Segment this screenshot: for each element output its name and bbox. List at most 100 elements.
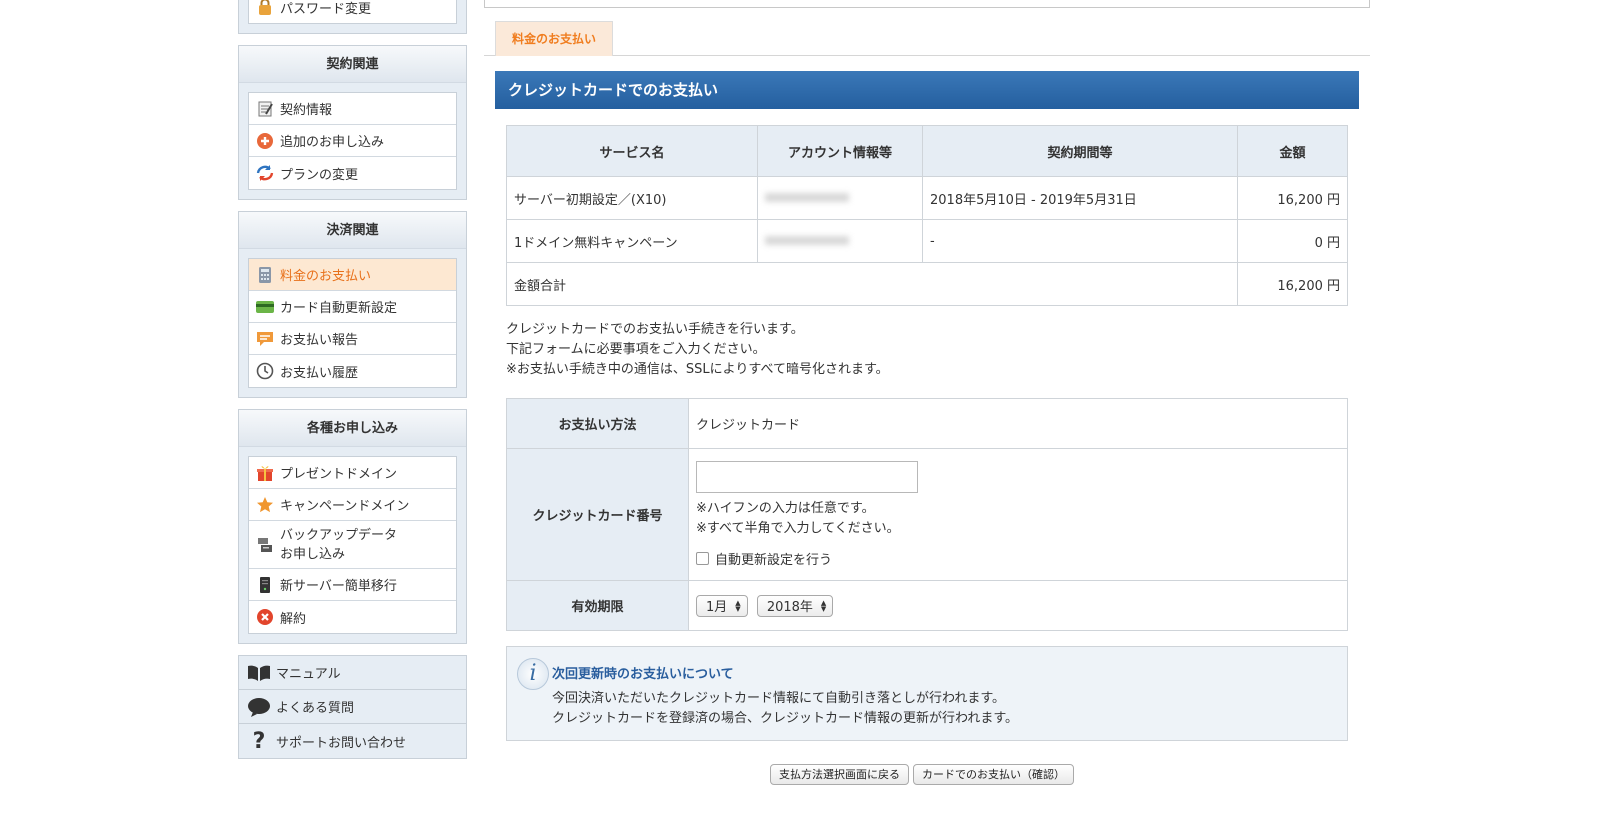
note-line: 下記フォームに必要事項をご入力ください。: [506, 342, 766, 357]
sidebar-item-label: 料金のお支払い: [280, 269, 372, 284]
calculator-icon: [255, 265, 275, 285]
server-icon: [255, 575, 275, 595]
select-arrows-icon: ▲ ▼: [820, 598, 827, 613]
info-title: 次回更新時のお支払いについて: [552, 667, 734, 682]
question-mark-icon: ?: [252, 728, 266, 754]
info-body: 今回決済いただいたクレジットカード情報にて自動引き落としが行われます。 クレジッ…: [552, 689, 1018, 729]
table-header-row: サービス名 アカウント情報等 契約期間等 金額: [506, 125, 1348, 177]
sidebar-item-contract-info[interactable]: 契約情報: [249, 93, 456, 125]
sidebar-item-label: お支払い履歴: [280, 365, 359, 381]
note-line: クレジットカードでのお支払い手続きを行います。: [506, 322, 804, 337]
form-row-expiry: 有効期限 1月 ▲ ▼ 2018年 ▲ ▼: [506, 580, 1348, 631]
sidebar-item-add-order[interactable]: 追加のお申し込み: [249, 125, 456, 157]
sidebar-item-cancel-contract[interactable]: 解約: [249, 601, 456, 633]
sidebar-item-backup-data[interactable]: バックアップデータ お申し込み: [249, 521, 456, 569]
contract-box-title: 契約関連: [239, 46, 466, 83]
column-header: 金額: [1237, 125, 1348, 177]
payment-box: 決済関連 料金のお支払い カード自動更新設定 お支払い報告 お支払い履歴: [238, 211, 467, 398]
link-faq[interactable]: よくある質問: [239, 690, 466, 724]
method-label: お支払い方法: [506, 398, 689, 449]
period-cell: -: [922, 219, 1238, 263]
form-row-card-number: クレジットカード番号 ※ハイフンの入力は任意です。 ※すべて半角で入力してくださ…: [506, 448, 1348, 581]
blurred-account: [765, 192, 849, 202]
sidebar-item-payment-report[interactable]: お支払い報告: [249, 323, 456, 355]
sidebar-item-label: キャンペーンドメイン: [280, 499, 410, 514]
sidebar-item-label-line1: バックアップデータ: [280, 527, 398, 543]
tab-fee-payment[interactable]: 料金のお支払い: [495, 21, 613, 56]
expiry-year-value: 2018年: [766, 600, 813, 615]
link-label: マニュアル: [276, 667, 341, 682]
sidebar-item-label: プレゼントドメイン: [280, 467, 398, 482]
help-links: マニュアル よくある質問 ? サポートお問い合わせ: [238, 655, 467, 759]
card-number-input[interactable]: [696, 461, 918, 493]
document-icon: [255, 99, 275, 119]
section-title: クレジットカードでのお支払い: [495, 71, 1359, 109]
chat-bubble-icon: [247, 697, 271, 717]
sidebar-item-server-migration[interactable]: 新サーバー簡単移行: [249, 569, 456, 601]
apply-menu: プレゼントドメイン キャンペーンドメイン バックアップデータ お申し込み 新サー…: [248, 456, 457, 634]
sidebar-item-payment-history[interactable]: お支払い履歴: [249, 355, 456, 387]
sidebar-item-password-change[interactable]: パスワード変更: [249, 0, 456, 23]
total-label-cell: 金額合計: [506, 262, 1238, 306]
amount-cell: 0 円: [1237, 219, 1348, 263]
link-label: サポートお問い合わせ: [276, 735, 407, 751]
link-manual[interactable]: マニュアル: [239, 656, 466, 690]
table-row: サーバー初期設定／(X10) 2018年5月10日 - 2019年5月31日 1…: [506, 176, 1348, 220]
gift-icon: [255, 463, 275, 483]
expiry-cell: 1月 ▲ ▼ 2018年 ▲ ▼: [688, 580, 1348, 631]
account-info-cell: [757, 219, 923, 263]
account-menu: パスワード変更: [248, 0, 457, 24]
link-support-contact[interactable]: ? サポートお問い合わせ: [239, 724, 466, 758]
column-header: 契約期間等: [922, 125, 1238, 177]
info-line: 今回決済いただいたクレジットカード情報にて自動引き落としが行われます。: [552, 691, 1006, 706]
column-header: サービス名: [506, 125, 758, 177]
sidebar-item-label: お支払い報告: [280, 333, 359, 348]
table-row: 1ドメイン無料キャンペーン - 0 円: [506, 219, 1348, 263]
sidebar-item-label: パスワード変更: [280, 1, 372, 17]
hint-line: ※ハイフンの入力は任意です。: [696, 501, 875, 516]
contract-menu: 契約情報 追加のお申し込み プランの変更: [248, 92, 457, 190]
note-line: ※お支払い手続き中の通信は、SSLによりすべて暗号化されます。: [506, 362, 889, 377]
expiry-year-select[interactable]: 2018年 ▲ ▼: [756, 594, 834, 617]
service-name-cell: 1ドメイン無料キャンペーン: [506, 219, 758, 263]
total-amount-cell: 16,200 円: [1237, 262, 1348, 306]
contract-box: 契約関連 契約情報 追加のお申し込み プランの変更: [238, 45, 467, 200]
speech-bubble-icon: [255, 329, 275, 349]
action-buttons: 支払方法選択画面に戻る カードでのお支払い（確認）: [770, 764, 1078, 785]
select-arrows-icon: ▲ ▼: [735, 598, 741, 613]
back-to-method-button[interactable]: 支払方法選択画面に戻る: [770, 764, 909, 785]
period-cell: 2018年5月10日 - 2019年5月31日: [922, 176, 1238, 220]
backup-drive-icon: [255, 535, 275, 555]
sidebar-item-campaign-domain[interactable]: キャンペーンドメイン: [249, 489, 456, 521]
link-label: よくある質問: [276, 701, 355, 716]
sidebar-item-plan-change[interactable]: プランの変更: [249, 157, 456, 189]
card-number-label: クレジットカード番号: [506, 448, 689, 581]
book-icon: [247, 663, 271, 683]
expiry-month-select[interactable]: 1月 ▲ ▼: [696, 594, 748, 617]
sidebar-item-present-domain[interactable]: プレゼントドメイン: [249, 457, 456, 489]
method-value: クレジットカード: [688, 398, 1348, 449]
service-table: サービス名 アカウント情報等 契約期間等 金額 サーバー初期設定／(X10) 2…: [506, 125, 1348, 306]
sidebar-item-label: カード自動更新設定: [280, 301, 398, 316]
account-info-cell: [757, 176, 923, 220]
card-number-cell: ※ハイフンの入力は任意です。 ※すべて半角で入力してください。 自動更新設定を行…: [688, 448, 1348, 581]
star-icon: [255, 495, 275, 515]
column-header: アカウント情報等: [757, 125, 923, 177]
lock-icon: [255, 0, 275, 17]
auto-renew-label[interactable]: 自動更新設定を行う: [715, 549, 832, 568]
apply-box: 各種お申し込み プレゼントドメイン キャンペーンドメイン バックアップデータ お…: [238, 409, 467, 644]
payment-box-title: 決済関連: [239, 212, 466, 249]
hint-line: ※すべて半角で入力してください。: [696, 521, 900, 536]
form-row-method: お支払い方法 クレジットカード: [506, 398, 1348, 449]
confirm-card-payment-button[interactable]: カードでのお支払い（確認）: [913, 764, 1074, 785]
auto-renew-row: 自動更新設定を行う: [696, 549, 1340, 568]
auto-renew-checkbox[interactable]: [696, 552, 709, 565]
payment-notes: クレジットカードでのお支払い手続きを行います。 下記フォームに必要事項をご入力く…: [506, 320, 889, 380]
sidebar-item-label: 解約: [280, 611, 307, 627]
sidebar-item-fee-payment[interactable]: 料金のお支払い: [249, 259, 456, 291]
expiry-label: 有効期限: [506, 580, 689, 631]
expiry-month-value: 1月: [706, 600, 728, 615]
payment-menu: 料金のお支払い カード自動更新設定 お支払い報告 お支払い履歴: [248, 258, 457, 388]
sidebar-item-card-auto-renew[interactable]: カード自動更新設定: [249, 291, 456, 323]
table-total-row: 金額合計 16,200 円: [506, 262, 1348, 306]
